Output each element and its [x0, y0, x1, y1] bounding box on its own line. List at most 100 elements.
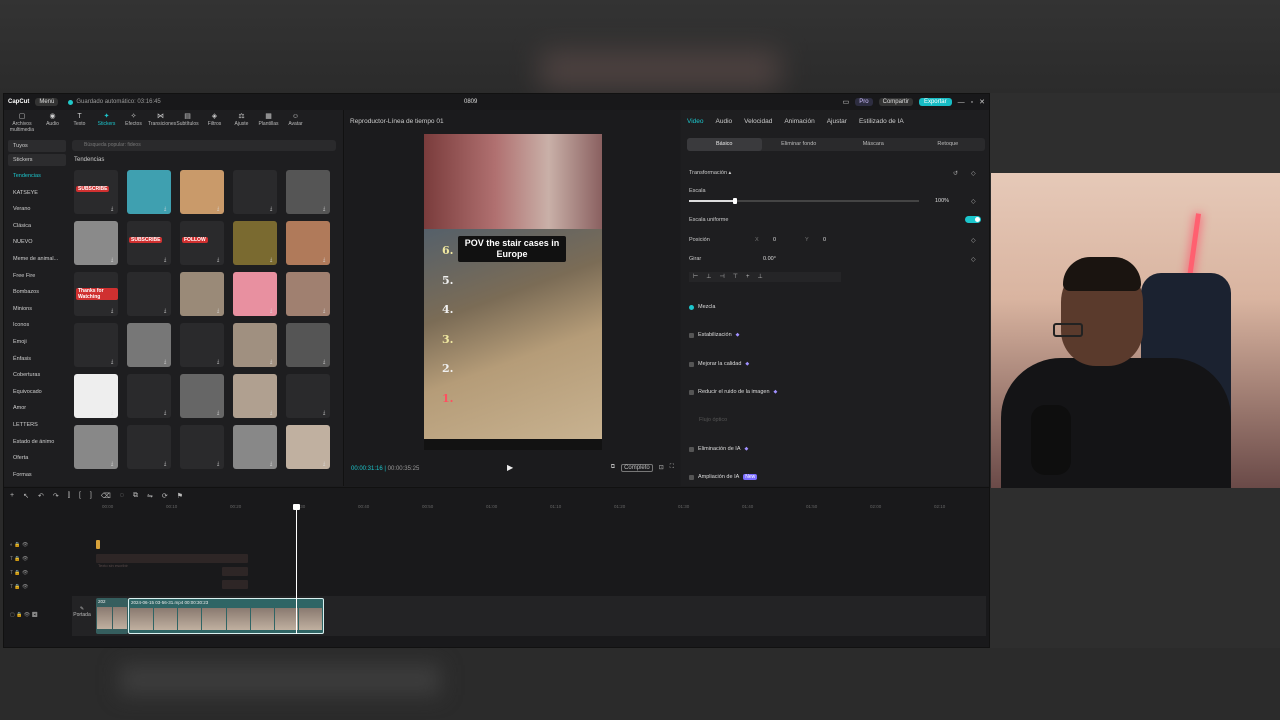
- category-item[interactable]: Tendencias: [8, 168, 66, 185]
- category-item[interactable]: Meme de animal...: [8, 251, 66, 268]
- add-icon[interactable]: +: [10, 492, 14, 499]
- category-item[interactable]: NUEVO: [8, 234, 66, 251]
- category-item[interactable]: Free Fire: [8, 268, 66, 285]
- category-item[interactable]: Formas: [8, 467, 66, 484]
- position-x-input[interactable]: 0: [773, 237, 776, 243]
- category-item[interactable]: Verano: [8, 201, 66, 218]
- video-clip[interactable]: 202: [96, 598, 128, 634]
- align-right-icon[interactable]: ⊣: [719, 272, 724, 282]
- subtab-1[interactable]: Eliminar fondo: [762, 138, 837, 151]
- tool-7[interactable]: ◈ Filtros: [202, 110, 227, 132]
- tool-6[interactable]: ▤ Subtítulos: [175, 110, 200, 132]
- split-icon[interactable]: ⫿: [68, 492, 70, 499]
- download-icon[interactable]: ⤓: [270, 207, 275, 212]
- sticker-item[interactable]: ⤓: [74, 221, 118, 265]
- track-controls[interactable]: ◐ 🔒 👁: [10, 542, 28, 548]
- download-icon[interactable]: ⤓: [111, 309, 116, 314]
- play-button[interactable]: ▶: [507, 463, 513, 472]
- sticker-item[interactable]: ⤓: [180, 170, 224, 214]
- ai-expand-checkbox[interactable]: [689, 474, 694, 480]
- crop-icon[interactable]: ⧉: [611, 464, 615, 472]
- timeline-ruler[interactable]: 00:0000:1000:2000:3000:4000:5001:0001:10…: [94, 504, 984, 514]
- sticker-item[interactable]: ⤓: [286, 323, 330, 367]
- sticker-item[interactable]: ⤓: [233, 221, 277, 265]
- sticker-item[interactable]: ⤓: [180, 323, 224, 367]
- align-top-icon[interactable]: ⊤: [733, 272, 738, 282]
- scale-value[interactable]: 100%: [935, 198, 949, 204]
- close-icon[interactable]: ✕: [979, 98, 985, 106]
- download-icon[interactable]: ⤓: [270, 258, 275, 263]
- sticker-item[interactable]: ⤓: [233, 170, 277, 214]
- noise-checkbox[interactable]: [689, 389, 694, 395]
- shield-icon[interactable]: ◌: [120, 492, 124, 499]
- sticker-item[interactable]: ⤓: [286, 170, 330, 214]
- rotate-keyframe-icon[interactable]: ◇: [971, 256, 976, 263]
- subtab-3[interactable]: Retoque: [911, 138, 986, 151]
- track-controls[interactable]: T 🔒 👁: [10, 556, 28, 562]
- uniform-scale-toggle[interactable]: [965, 216, 981, 223]
- ratio-button[interactable]: Completo: [621, 464, 653, 472]
- sticker-item[interactable]: ⤓: [233, 425, 277, 469]
- subtab-2[interactable]: Máscara: [836, 138, 911, 151]
- mirror-icon[interactable]: ⇋: [147, 492, 153, 500]
- stabilize-section[interactable]: Estabilización ◆: [689, 332, 740, 338]
- tool-4[interactable]: ✧ Efectos: [121, 110, 146, 132]
- reset-icon[interactable]: ↺: [953, 170, 958, 177]
- tool-2[interactable]: T Texto: [67, 110, 92, 132]
- sticker-item[interactable]: ⤓: [180, 374, 224, 418]
- download-icon[interactable]: ⤓: [217, 258, 222, 263]
- rotate-input[interactable]: 0.00°: [763, 256, 776, 262]
- download-icon[interactable]: ⤓: [164, 258, 169, 263]
- ai-remove-section[interactable]: Eliminación de IA ◆: [689, 446, 748, 452]
- sticker-item[interactable]: SUBSCRIBE ⤓: [74, 170, 118, 214]
- stabilize-checkbox[interactable]: [689, 332, 694, 338]
- menu-button[interactable]: Menú: [35, 98, 59, 106]
- position-y-input[interactable]: 0: [823, 237, 826, 243]
- download-icon[interactable]: ⤓: [217, 411, 222, 416]
- scale-slider[interactable]: [689, 198, 919, 204]
- download-icon[interactable]: ⤓: [323, 309, 328, 314]
- download-icon[interactable]: ⤓: [164, 360, 169, 365]
- video-clip-selected[interactable]: 2024-06-15 03-56-31.mp4 00:00:30:23: [128, 598, 324, 634]
- category-item[interactable]: Oferta: [8, 450, 66, 467]
- ai-remove-checkbox[interactable]: [689, 446, 694, 452]
- category-item[interactable]: Amor: [8, 400, 66, 417]
- video-preview[interactable]: POV the stair cases in Europe 6. 5. 4. 3. 2.…: [424, 134, 602, 450]
- download-icon[interactable]: ⤓: [111, 360, 116, 365]
- split-right-icon[interactable]: ]: [90, 492, 92, 499]
- align-bottom-icon[interactable]: ⊥: [757, 272, 762, 282]
- sticker-item[interactable]: FOLLOW ⤓: [180, 221, 224, 265]
- fullscreen-icon[interactable]: ⛶: [670, 464, 674, 472]
- category-item[interactable]: Clásica: [8, 218, 66, 235]
- tool-9[interactable]: ▦ Plantillas: [256, 110, 281, 132]
- download-icon[interactable]: ⤓: [323, 411, 328, 416]
- tab-1[interactable]: Audio: [716, 118, 733, 125]
- download-icon[interactable]: ⤓: [323, 258, 328, 263]
- category-item[interactable]: Iconos: [8, 317, 66, 334]
- pro-button[interactable]: Pro: [855, 98, 873, 106]
- export-button[interactable]: Exportar: [918, 98, 952, 106]
- redo-icon[interactable]: ↷: [53, 492, 59, 500]
- track-controls[interactable]: T 🔒 👁: [10, 584, 28, 590]
- sticker-item[interactable]: ⤓: [127, 170, 171, 214]
- tool-1[interactable]: ◉ Audio: [40, 110, 65, 132]
- keyframe-icon[interactable]: ◇: [971, 170, 976, 177]
- maximize-icon[interactable]: ▫: [971, 99, 973, 106]
- share-button[interactable]: Compartir: [878, 98, 913, 106]
- undo-icon[interactable]: ↶: [38, 492, 44, 500]
- tool-8[interactable]: ⚖ Ajuste: [229, 110, 254, 132]
- download-icon[interactable]: ⤓: [164, 309, 169, 314]
- align-left-icon[interactable]: ⊢: [693, 272, 698, 282]
- sticker-item[interactable]: ⤓: [286, 272, 330, 316]
- tab-2[interactable]: Velocidad: [744, 118, 772, 125]
- rotate-icon[interactable]: ⟳: [162, 492, 168, 500]
- noise-section[interactable]: Reducir el ruido de la imagen ◆: [689, 389, 777, 395]
- category-item[interactable]: Estado de ánimo: [8, 434, 66, 451]
- download-icon[interactable]: ⤓: [217, 462, 222, 467]
- sticker-item[interactable]: Thanks for Watching ⤓: [74, 272, 118, 316]
- crop-timeline-icon[interactable]: ⧉: [133, 492, 138, 499]
- zoom-icon[interactable]: ⊡: [659, 464, 664, 472]
- tab-3[interactable]: Animación: [784, 118, 814, 125]
- sticker-clip-marker[interactable]: [96, 540, 100, 549]
- download-icon[interactable]: ⤓: [111, 462, 116, 467]
